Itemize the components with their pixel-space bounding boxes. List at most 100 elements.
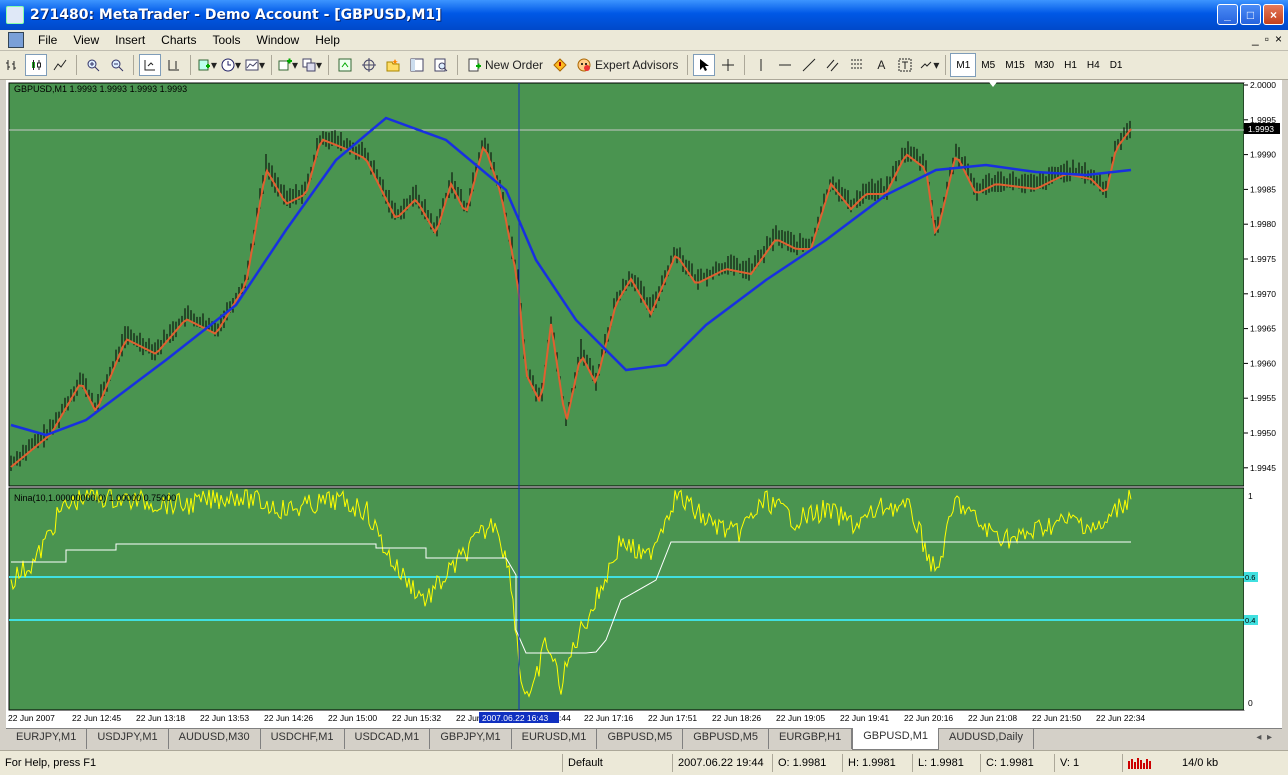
- tab-scroll-right-icon[interactable]: ▸: [1267, 732, 1272, 743]
- time-tick-label: 22 Jun 19:05: [776, 713, 825, 723]
- toolbar: ▾ ▾ ▾ ▾ ▾ New Order Expert Advisors A ▾ …: [0, 51, 1288, 80]
- crosshair-tool-icon[interactable]: [717, 54, 739, 76]
- tab-usdchf-m1[interactable]: USDCHF,M1: [261, 729, 345, 749]
- equidistant-channel-icon[interactable]: [822, 54, 844, 76]
- menu-insert[interactable]: Insert: [107, 33, 153, 47]
- fibonacci-icon[interactable]: [846, 54, 868, 76]
- terminal-icon[interactable]: [406, 54, 428, 76]
- mdi-restore-button[interactable]: ▫: [1265, 32, 1269, 46]
- chart-window-icon[interactable]: [8, 32, 24, 48]
- price-tick-label: 2.0000: [1250, 80, 1276, 90]
- connection-traffic-icon[interactable]: [1128, 757, 1152, 769]
- timeframe-d1[interactable]: D1: [1105, 54, 1128, 76]
- menu-view[interactable]: View: [65, 33, 107, 47]
- menu-file[interactable]: File: [30, 33, 65, 47]
- chart-window[interactable]: GBPUSD,M1 1.9993 1.9993 1.9993 1.9993 Ni…: [6, 80, 1282, 728]
- new-order-button[interactable]: New Order: [463, 54, 547, 76]
- data-window-icon[interactable]: [358, 54, 380, 76]
- price-tick-label: 1.9955: [1250, 393, 1276, 403]
- zoom-in-icon[interactable]: [82, 54, 104, 76]
- time-tick-label: 22 Jun 15:32: [392, 713, 441, 723]
- vertical-line-icon[interactable]: [750, 54, 772, 76]
- tab-gbpusd-m1[interactable]: GBPUSD,M1: [852, 728, 939, 750]
- price-tick-label: 1.9980: [1250, 219, 1276, 229]
- tab-audusd-m30[interactable]: AUDUSD,M30: [169, 729, 261, 749]
- timeframe-m30[interactable]: M30: [1030, 54, 1059, 76]
- templates-icon[interactable]: ▾: [244, 54, 266, 76]
- level-label-low: 0.4: [1245, 616, 1255, 625]
- time-tick-label: 22 Jun 20:16: [904, 713, 953, 723]
- horizontal-line-icon[interactable]: [774, 54, 796, 76]
- time-axis: 22 Jun 2007 22 Jun 12:45 22 Jun 13:18 22 Ju…: [8, 713, 1145, 723]
- status-volume: V: 1: [1060, 757, 1080, 769]
- timeframe-m15[interactable]: M15: [1000, 54, 1029, 76]
- new-order-label: New Order: [485, 58, 544, 72]
- new-order-icon: [468, 58, 481, 72]
- price-tick-label: 1.9970: [1250, 289, 1276, 299]
- timeframe-m1[interactable]: M1: [950, 53, 977, 77]
- bar-chart-icon[interactable]: [1, 54, 23, 76]
- mdi-minimize-button[interactable]: _: [1252, 32, 1259, 46]
- status-bar: For Help, press F1 Default 2007.06.22 19…: [0, 750, 1288, 775]
- price-tick-label: 1.9950: [1250, 428, 1276, 438]
- close-button[interactable]: ×: [1263, 4, 1284, 25]
- price-chart[interactable]: GBPUSD,M1 1.9993 1.9993 1.9993 1.9993 Ni…: [6, 80, 1282, 728]
- candlestick-chart-icon[interactable]: [25, 54, 47, 76]
- indicators-icon[interactable]: ▾: [196, 54, 218, 76]
- tab-usdjpy-m1[interactable]: USDJPY,M1: [87, 729, 169, 749]
- time-tick-label: 22 Jun 21:50: [1032, 713, 1081, 723]
- chart-shift-icon[interactable]: [163, 54, 185, 76]
- menu-help[interactable]: Help: [307, 33, 348, 47]
- text-tool-icon[interactable]: A: [870, 54, 892, 76]
- level-label-high: 0.6: [1245, 573, 1255, 582]
- line-chart-icon[interactable]: [49, 54, 71, 76]
- time-tick-label: 22 Jun 12:45: [72, 713, 121, 723]
- timeframe-h1[interactable]: H1: [1059, 54, 1082, 76]
- maximize-button[interactable]: □: [1240, 4, 1261, 25]
- metaeditor-icon[interactable]: [549, 54, 571, 76]
- tab-eurjpy-m1[interactable]: EURJPY,M1: [6, 729, 88, 749]
- price-tick-label: 1.9985: [1250, 184, 1276, 194]
- tab-gbpusd-m5-2[interactable]: GBPUSD,M5: [683, 729, 770, 749]
- tab-gbpjpy-m1[interactable]: GBPJPY,M1: [430, 729, 512, 749]
- status-open: O: 1.9981: [778, 757, 827, 769]
- auto-scroll-icon[interactable]: [139, 54, 161, 76]
- tab-eurusd-m1[interactable]: EURUSD,M1: [512, 729, 598, 749]
- tab-scroll-left-icon[interactable]: ◂: [1256, 732, 1261, 743]
- text-label-icon[interactable]: [894, 54, 916, 76]
- menu-window[interactable]: Window: [249, 33, 308, 47]
- time-tick-label: :44: [559, 713, 571, 723]
- menu-charts[interactable]: Charts: [153, 33, 204, 47]
- new-chart-icon[interactable]: ▾: [277, 54, 299, 76]
- timeframe-m5[interactable]: M5: [976, 54, 1000, 76]
- minimize-button[interactable]: _: [1217, 4, 1238, 25]
- symbol-label: GBPUSD,M1 1.9993 1.9993 1.9993 1.9993: [14, 84, 187, 94]
- tab-eurgbp-h1[interactable]: EURGBP,H1: [769, 729, 853, 749]
- profiles-icon[interactable]: ▾: [301, 54, 323, 76]
- periods-icon[interactable]: ▾: [220, 54, 242, 76]
- mdi-close-button[interactable]: ×: [1275, 32, 1282, 46]
- menu-tools[interactable]: Tools: [205, 33, 249, 47]
- time-tick-label: 22 Jun 13:53: [200, 713, 249, 723]
- expert-advisors-button[interactable]: Expert Advisors: [573, 54, 682, 76]
- tab-usdcad-m1[interactable]: USDCAD,M1: [345, 729, 431, 749]
- price-tick-label: 1.9965: [1250, 324, 1276, 334]
- price-tick-label: 1.9975: [1250, 254, 1276, 264]
- expert-advisors-icon: [577, 58, 591, 72]
- time-tick-label: 22 Jun 13:18: [136, 713, 185, 723]
- navigator-icon[interactable]: [382, 54, 404, 76]
- current-price-label: 1.9993: [1248, 124, 1274, 134]
- cursor-tool-icon[interactable]: [693, 54, 716, 76]
- arrows-icon[interactable]: ▾: [918, 54, 940, 76]
- window-title-bar[interactable]: 271480: MetaTrader - Demo Account - [GBP…: [0, 0, 1288, 30]
- tab-gbpusd-m5[interactable]: GBPUSD,M5: [597, 729, 684, 749]
- tab-audusd-daily[interactable]: AUDUSD,Daily: [939, 729, 1034, 749]
- timeframe-h4[interactable]: H4: [1082, 54, 1105, 76]
- status-low: L: 1.9981: [918, 757, 964, 769]
- zoom-out-icon[interactable]: [106, 54, 128, 76]
- status-traffic: 14/0 kb: [1182, 757, 1219, 769]
- expert-advisors-label: Expert Advisors: [595, 58, 679, 72]
- strategy-tester-icon[interactable]: [430, 54, 452, 76]
- market-watch-icon[interactable]: [334, 54, 356, 76]
- trendline-icon[interactable]: [798, 54, 820, 76]
